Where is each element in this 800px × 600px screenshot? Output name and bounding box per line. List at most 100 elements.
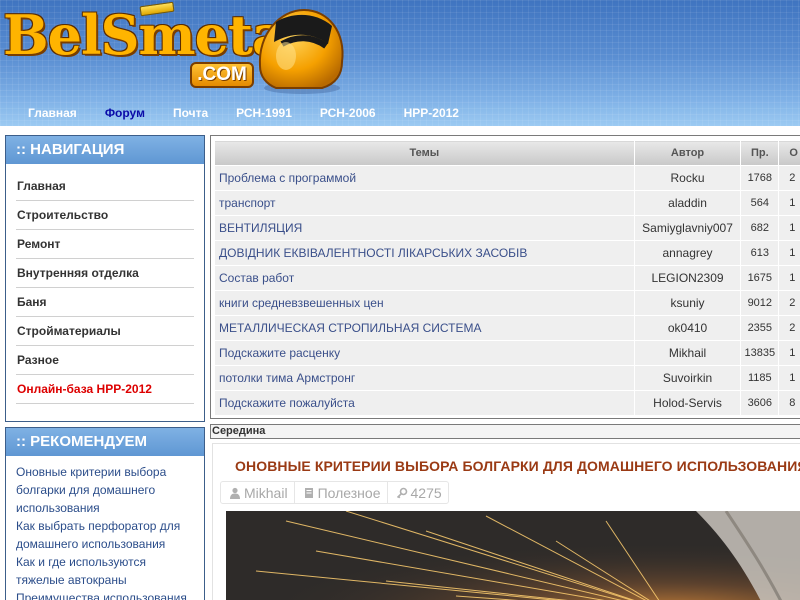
author-name: ok0410 (633, 315, 742, 341)
author-name: Samiyglavniy007 (633, 215, 742, 241)
views-count: 13835 (740, 340, 780, 366)
article-views: 4275 (388, 482, 448, 503)
forum-panel: Темы Автор Пр. О Проблема с программой R… (210, 135, 800, 419)
recommend-link[interactable]: Преимущества использования (16, 589, 194, 600)
article-author[interactable]: Mikhail (221, 482, 295, 503)
replies-count: 1 (778, 190, 800, 216)
top-navigation: Главная Форум Почта РСН-1991 РСН-2006 НР… (0, 100, 800, 126)
key-icon (396, 487, 407, 498)
navigation-title: :: НАВИГАЦИЯ (6, 136, 204, 164)
table-row: книги средневзвешенных цен ksuniy 9012 2 (214, 290, 800, 316)
views-count: 1675 (740, 265, 780, 291)
nav-item-interior-finish[interactable]: Внутренняя отделка (16, 259, 194, 288)
table-row: транспорт aladdin 564 1 (214, 190, 800, 216)
topic-link[interactable]: книги средневзвешенных цен (214, 290, 635, 316)
author-name: aladdin (633, 190, 742, 216)
replies-count: 1 (778, 215, 800, 241)
replies-count: 2 (778, 315, 800, 341)
hard-hat-icon (258, 8, 344, 94)
author-name: Holod-Servis (633, 390, 742, 416)
topnav-item-forum[interactable]: Форум (91, 100, 159, 126)
topic-link[interactable]: ДОВІДНИК ЕКВІВАЛЕНТНОСТІ ЛІКАРСЬКИХ ЗАСО… (214, 240, 635, 266)
article-image[interactable] (226, 511, 800, 600)
table-row: ДОВІДНИК ЕКВІВАЛЕНТНОСТІ ЛІКАРСЬКИХ ЗАСО… (214, 240, 800, 266)
recommend-link[interactable]: Как выбрать перфоратор для домашнего исп… (16, 517, 194, 553)
nav-item-online-base[interactable]: Онлайн-база НРР-2012 (16, 375, 194, 404)
article-title[interactable]: ОНОВНЫЕ КРИТЕРИИ ВЫБОРА БОЛГАРКИ ДЛЯ ДОМ… (235, 458, 800, 474)
recommend-link[interactable]: Как и где используются тяжелые автокраны (16, 553, 194, 589)
table-row: Состав работ LEGION2309 1675 1 (214, 265, 800, 291)
table-row: Подскажите расценку Mikhail 13835 1 (214, 340, 800, 366)
topic-link[interactable]: Проблема с программой (214, 165, 635, 191)
topic-link[interactable]: Подскажите расценку (214, 340, 635, 366)
table-row: ВЕНТИЛЯЦИЯ Samiyglavniy007 682 1 (214, 215, 800, 241)
table-row: Подскажите пожалуйста Holod-Servis 3606 … (214, 390, 800, 416)
replies-count: 1 (778, 340, 800, 366)
author-name: annagrey (633, 240, 742, 266)
column-header-topics[interactable]: Темы (214, 140, 635, 166)
site-logo-suffix[interactable]: .COM (190, 62, 254, 88)
replies-count: 2 (778, 165, 800, 191)
topnav-item-mail[interactable]: Почта (159, 100, 222, 126)
recommend-panel: :: РЕКОМЕНДУЕМ Оновные критерии выбора б… (5, 427, 205, 600)
nav-item-sauna[interactable]: Баня (16, 288, 194, 317)
article-meta: Mikhail Полезное 4275 (220, 481, 449, 504)
replies-count: 2 (778, 290, 800, 316)
nav-item-home[interactable]: Главная (16, 172, 194, 201)
topnav-item-home[interactable]: Главная (14, 100, 91, 126)
topic-link[interactable]: ВЕНТИЛЯЦИЯ (214, 215, 635, 241)
topnav-item-rsn-2006[interactable]: РСН-2006 (306, 100, 390, 126)
author-name: Mikhail (633, 340, 742, 366)
site-header: BelSmeta .COM Главная Форум Почта РСН-19… (0, 0, 800, 126)
user-icon (230, 487, 240, 499)
author-name: Suvoirkin (633, 365, 742, 391)
topic-link[interactable]: транспорт (214, 190, 635, 216)
author-name: LEGION2309 (633, 265, 742, 291)
author-name: Rocku (633, 165, 742, 191)
column-header-author[interactable]: Автор (633, 140, 742, 166)
replies-count: 1 (778, 365, 800, 391)
views-count: 613 (740, 240, 780, 266)
article-category[interactable]: Полезное (295, 482, 388, 503)
author-name: ksuniy (633, 290, 742, 316)
replies-count: 1 (778, 265, 800, 291)
topnav-item-nrr-2012[interactable]: НРР-2012 (390, 100, 473, 126)
replies-count: 1 (778, 240, 800, 266)
topnav-item-rsn-1991[interactable]: РСН-1991 (222, 100, 306, 126)
recommend-link[interactable]: Оновные критерии выбора болгарки для дом… (16, 463, 194, 517)
topic-link[interactable]: Подскажите пожалуйста (214, 390, 635, 416)
views-count: 1768 (740, 165, 780, 191)
topic-link[interactable]: Состав работ (214, 265, 635, 291)
views-count: 1185 (740, 365, 780, 391)
views-count: 3606 (740, 390, 780, 416)
views-count: 9012 (740, 290, 780, 316)
article-card: ОНОВНЫЕ КРИТЕРИИ ВЫБОРА БОЛГАРКИ ДЛЯ ДОМ… (212, 443, 800, 600)
topic-link[interactable]: потолки тима Армстронг (214, 365, 635, 391)
forum-table: Темы Автор Пр. О Проблема с программой R… (214, 140, 800, 416)
replies-count: 8 (778, 390, 800, 416)
recommend-title: :: РЕКОМЕНДУЕМ (6, 428, 204, 456)
table-header-row: Темы Автор Пр. О (214, 140, 800, 166)
table-row: Проблема с программой Rocku 1768 2 (214, 165, 800, 191)
nav-item-building-materials[interactable]: Стройматериалы (16, 317, 194, 346)
article-author-name: Mikhail (244, 484, 288, 501)
navigation-panel: :: НАВИГАЦИЯ Главная Строительство Ремон… (5, 135, 205, 422)
document-icon (304, 487, 313, 498)
views-count: 2355 (740, 315, 780, 341)
site-logo[interactable]: BelSmeta (3, 2, 287, 68)
views-count: 682 (740, 215, 780, 241)
nav-item-misc[interactable]: Разное (16, 346, 194, 375)
table-row: потолки тима Армстронг Suvoirkin 1185 1 (214, 365, 800, 391)
article-views-count: 4275 (410, 484, 442, 501)
navigation-list: Главная Строительство Ремонт Внутренняя … (6, 164, 204, 404)
nav-item-construction[interactable]: Строительство (16, 201, 194, 230)
table-row: МЕТАЛЛИЧЕСКАЯ СТРОПИЛЬНАЯ СИСТЕМА ok0410… (214, 315, 800, 341)
column-header-views[interactable]: Пр. (740, 140, 780, 166)
nav-item-repair[interactable]: Ремонт (16, 230, 194, 259)
recommend-list: Оновные критерии выбора болгарки для дом… (6, 456, 204, 600)
topic-link[interactable]: МЕТАЛЛИЧЕСКАЯ СТРОПИЛЬНАЯ СИСТЕМА (214, 315, 635, 341)
column-header-replies[interactable]: О (778, 140, 800, 166)
views-count: 564 (740, 190, 780, 216)
article-category-name: Полезное (317, 484, 381, 501)
middle-section-label: Середина (210, 424, 800, 439)
